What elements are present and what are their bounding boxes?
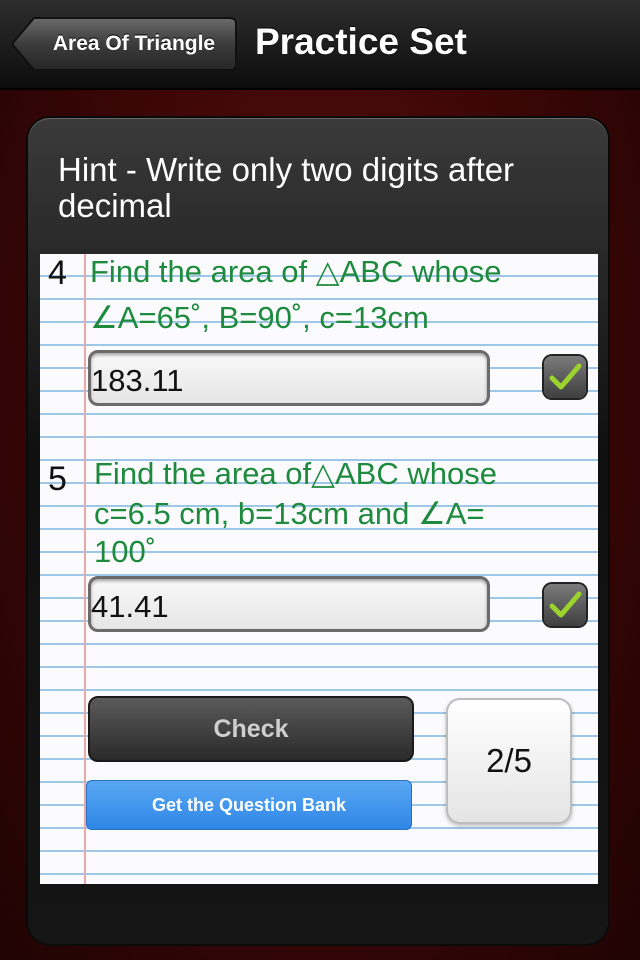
question-number: 5	[48, 460, 67, 498]
page-title: Practice Set	[255, 21, 467, 62]
check-button[interactable]: Check	[88, 696, 414, 762]
question-text-line: c=6.5 cm, b=13cm and ∠A=	[94, 496, 485, 531]
question-number: 4	[48, 254, 67, 292]
answer-checkbox[interactable]	[544, 356, 586, 398]
back-button[interactable]: Area Of Triangle	[10, 16, 238, 72]
navigation-bar: Area Of Triangle Practice Set	[0, 0, 640, 90]
hint-text: Hint - Write only two digits after decim…	[58, 151, 515, 224]
question-text-line: Find the area of△ABC whose	[94, 456, 497, 491]
question-text-line: ∠A=65˚, B=90˚, c=13cm	[90, 300, 429, 335]
back-button-label: Area Of Triangle	[52, 32, 216, 55]
question-progress-indicator: 2/5	[446, 698, 572, 824]
question-bank-button[interactable]: Get the Question Bank	[86, 780, 412, 830]
answer-input[interactable]: 183.11	[88, 350, 490, 406]
answer-input[interactable]: 41.41	[88, 576, 490, 632]
answer-checkbox[interactable]	[544, 584, 586, 626]
question-text-line: Find the area of △ABC whose	[90, 254, 502, 289]
check-mark-icon	[549, 591, 582, 618]
question-text-line: 100˚	[94, 534, 157, 569]
check-mark-icon	[549, 363, 582, 390]
